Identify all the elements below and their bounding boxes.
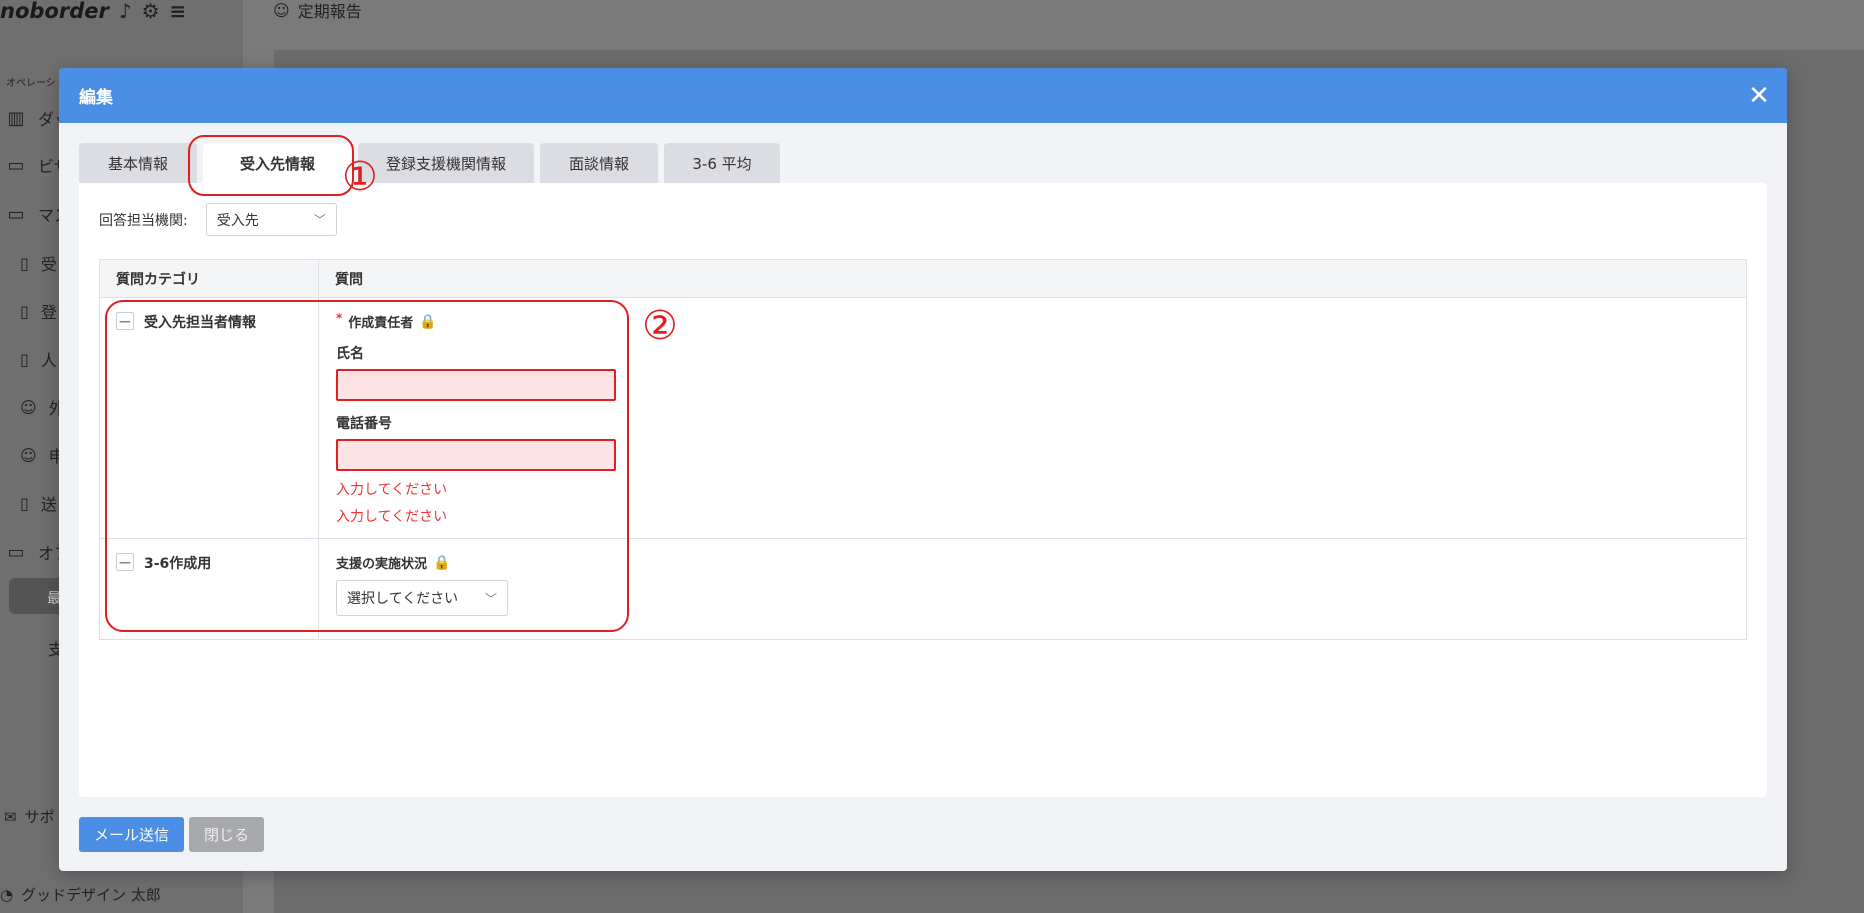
responder-row: 回答担当機関: 受入先 ﹀: [99, 203, 337, 236]
gear-icon: ⚙: [141, 0, 160, 23]
tab-support-org-info[interactable]: 登録支援機関情報: [358, 143, 534, 183]
building-icon: ▯: [20, 301, 29, 321]
building-icon: ▯: [20, 349, 29, 369]
annotation-number-1: ①: [342, 154, 378, 200]
annotation-number-2: ②: [642, 303, 678, 349]
sidebar-section-label: オペレーシ: [6, 78, 56, 89]
sidebar-subitem: ▯ 登: [20, 301, 57, 323]
menu-icon: ≡: [169, 0, 187, 23]
avatar: ◔: [0, 885, 14, 904]
modal-header: 編集 ✕: [59, 68, 1787, 123]
column-header-question: 質問: [335, 271, 363, 288]
building-icon: ▯: [20, 253, 29, 273]
tab-interview-info[interactable]: 面談情報: [540, 143, 658, 183]
background-header: [243, 0, 1864, 50]
tab-basic-info[interactable]: 基本情報: [79, 143, 197, 183]
responder-value: 受入先: [216, 212, 259, 229]
building-icon: ▯: [20, 493, 29, 513]
people-icon: ☺: [20, 397, 37, 417]
annotation-highlight-tab: [188, 135, 354, 196]
chevron-down-icon: ﹀: [313, 213, 326, 227]
modal-title: 編集: [79, 88, 113, 108]
people-icon: ☺: [273, 0, 290, 20]
user-menu: ◔ グッドデザイン 太郎: [0, 885, 161, 905]
sidebar-subitem: ☺ 外: [20, 397, 65, 419]
document-icon: ▭: [7, 203, 25, 225]
page-title: ☺ 定期報告: [273, 0, 362, 22]
bell-icon: ♪: [118, 0, 132, 23]
sidebar-subitem: ▯ 送: [20, 493, 57, 515]
chat-icon: ✉: [4, 807, 17, 826]
tab-bar: 基本情報 受入先情報 登録支援機関情報 面談情報 3-6 平均: [79, 143, 780, 183]
chart-icon: ▥: [7, 107, 25, 129]
send-mail-button[interactable]: メール送信: [79, 817, 185, 852]
table-header: 質問カテゴリ 質問: [100, 260, 1746, 298]
column-header-category: 質問カテゴリ: [100, 260, 319, 297]
logo: noborder ♪ ⚙ ≡: [0, 0, 187, 23]
annotation-highlight-questions: [105, 300, 629, 632]
modal-footer: メール送信 閉じる: [79, 817, 265, 852]
document-icon: ▭: [7, 541, 25, 563]
tab-3-6-average[interactable]: 3-6 平均: [664, 143, 780, 183]
sidebar-subitem: ▯ 人: [20, 349, 57, 371]
close-button[interactable]: 閉じる: [189, 817, 265, 852]
close-icon[interactable]: ✕: [1747, 83, 1771, 109]
sidebar-subitem: ☺ 申: [20, 445, 65, 467]
responder-select[interactable]: 受入先 ﹀: [205, 203, 337, 236]
document-icon: ▭: [7, 154, 25, 176]
people-icon: ☺: [20, 445, 37, 465]
responder-label: 回答担当機関:: [99, 212, 188, 229]
sidebar-subitem: ▯ 受: [20, 253, 57, 275]
support-link: ✉ サポ: [4, 807, 55, 827]
edit-modal: 編集 ✕ 基本情報 受入先情報 登録支援機関情報 面談情報 3-6 平均 回答担…: [59, 68, 1787, 871]
